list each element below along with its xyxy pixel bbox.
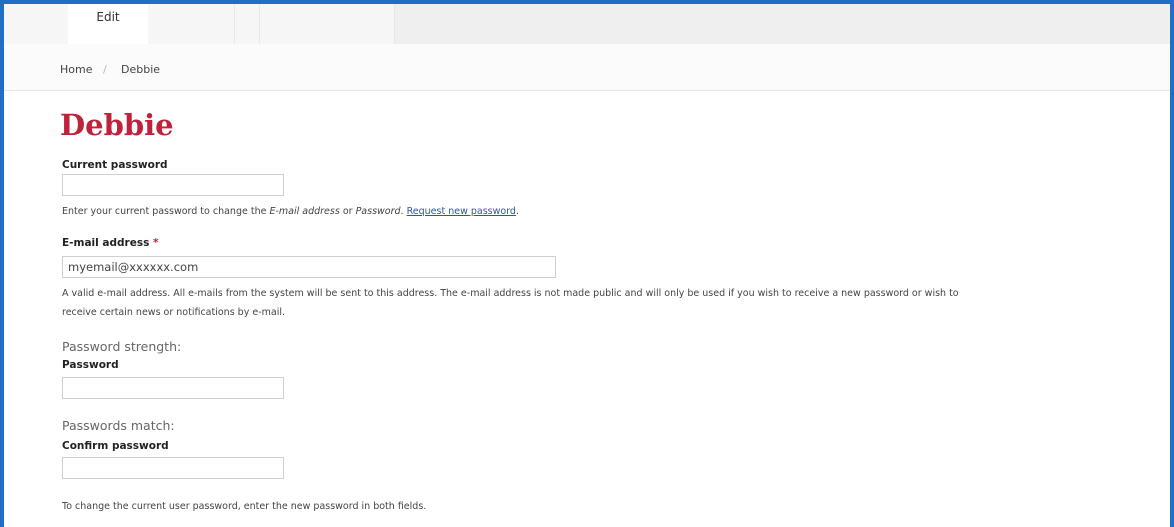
email-field[interactable] bbox=[62, 256, 556, 278]
tab-strip: Edit bbox=[4, 4, 395, 44]
email-label-text: E-mail address bbox=[62, 237, 150, 249]
tab-bar: Edit bbox=[4, 4, 1170, 44]
password-strength-label: Password strength: bbox=[62, 339, 182, 354]
password-input[interactable] bbox=[62, 377, 284, 399]
current-password-desc-email: E-mail address bbox=[269, 206, 340, 217]
passwords-match-label: Passwords match: bbox=[62, 418, 175, 433]
email-description-line2: receive certain news or notifications by… bbox=[62, 307, 285, 318]
current-password-label: Current password bbox=[62, 159, 168, 171]
breadcrumb-current: Debbie bbox=[121, 63, 161, 76]
current-password-desc-end: . bbox=[515, 206, 519, 217]
email-description-line1: A valid e-mail address. All e-mails from… bbox=[62, 288, 959, 299]
current-password-description: Enter your current password to change th… bbox=[62, 202, 519, 222]
breadcrumb: Home / Debbie bbox=[4, 44, 1170, 91]
current-password-desc-password: Password bbox=[355, 206, 401, 217]
breadcrumb-home-link[interactable]: Home bbox=[60, 63, 92, 76]
tab-divider bbox=[259, 4, 260, 44]
password-help-text: To change the current user password, ent… bbox=[62, 501, 427, 512]
tab-edit[interactable]: Edit bbox=[68, 4, 148, 44]
tab-divider bbox=[234, 4, 235, 44]
page-title: Debbie bbox=[60, 108, 174, 142]
password-label: Password bbox=[62, 359, 119, 371]
email-label: E-mail address * bbox=[62, 237, 158, 249]
current-password-desc-or: or bbox=[339, 206, 356, 217]
breadcrumb-separator: / bbox=[103, 63, 107, 76]
current-password-desc-text: Enter your current password to change th… bbox=[62, 206, 270, 217]
page-frame: Edit Home / Debbie Debbie Current passwo… bbox=[0, 0, 1174, 527]
current-password-input[interactable] bbox=[62, 174, 284, 196]
confirm-password-label: Confirm password bbox=[62, 440, 169, 452]
required-marker: * bbox=[152, 237, 159, 249]
request-new-password-link[interactable]: Request new password bbox=[407, 206, 516, 217]
confirm-password-input[interactable] bbox=[62, 457, 284, 479]
